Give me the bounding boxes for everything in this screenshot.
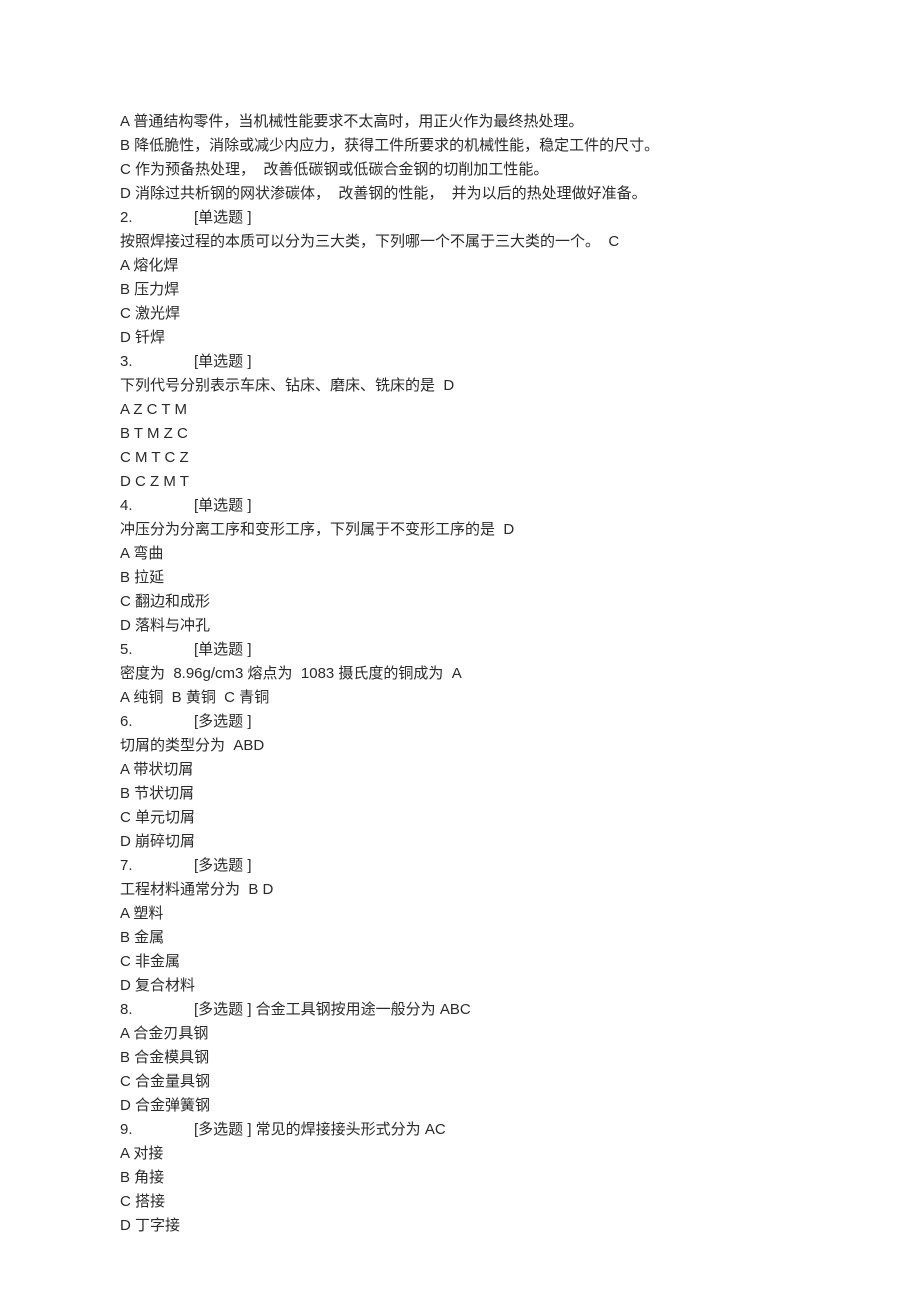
- question-number: 5.: [120, 638, 194, 662]
- question-number: 6.: [120, 710, 194, 734]
- question-type-tag: [单选题 ]: [194, 206, 800, 230]
- question-number: 7.: [120, 854, 194, 878]
- text-line: D 崩碎切屑: [120, 830, 800, 854]
- question-type-tag: [单选题 ]: [194, 494, 800, 518]
- text-line: B 压力焊: [120, 278, 800, 302]
- text-line: 冲压分为分离工序和变形工序，下列属于不变形工序的是 D: [120, 518, 800, 542]
- text-line: D 丁字接: [120, 1214, 800, 1238]
- text-line: A 熔化焊: [120, 254, 800, 278]
- question-type-tag: [单选题 ]: [194, 638, 800, 662]
- question-number: 4.: [120, 494, 194, 518]
- document-page: A 普通结构零件，当机械性能要求不太高时，用正火作为最终热处理。B 降低脆性，消…: [0, 0, 920, 1298]
- text-line: D 合金弹簧钢: [120, 1094, 800, 1118]
- text-line: C 搭接: [120, 1190, 800, 1214]
- text-line: A 对接: [120, 1142, 800, 1166]
- question-header: 7.[多选题 ]: [120, 854, 800, 878]
- question-header: 5.[单选题 ]: [120, 638, 800, 662]
- question-number: 9.: [120, 1118, 194, 1142]
- text-line: D 钎焊: [120, 326, 800, 350]
- question-type-tag: [多选题 ]: [194, 854, 800, 878]
- text-line: B 降低脆性，消除或减少内应力，获得工件所要求的机械性能，稳定工件的尺寸。: [120, 134, 800, 158]
- question-header: 4.[单选题 ]: [120, 494, 800, 518]
- question-number: 3.: [120, 350, 194, 374]
- text-line: A 纯铜 B 黄铜 C 青铜: [120, 686, 800, 710]
- text-line: C 合金量具钢: [120, 1070, 800, 1094]
- text-line: 工程材料通常分为 B D: [120, 878, 800, 902]
- question-type-tag: [多选题 ] 常见的焊接接头形式分为 AC: [194, 1118, 800, 1142]
- text-line: 密度为 8.96g/cm3 熔点为 1083 摄氏度的铜成为 A: [120, 662, 800, 686]
- question-type-tag: [单选题 ]: [194, 350, 800, 374]
- text-line: B 拉延: [120, 566, 800, 590]
- text-line: A Z C T M: [120, 398, 800, 422]
- text-line: D C Z M T: [120, 470, 800, 494]
- text-line: C 作为预备热处理， 改善低碳钢或低碳合金钢的切削加工性能。: [120, 158, 800, 182]
- text-line: B 合金模具钢: [120, 1046, 800, 1070]
- text-line: A 弯曲: [120, 542, 800, 566]
- text-line: A 普通结构零件，当机械性能要求不太高时，用正火作为最终热处理。: [120, 110, 800, 134]
- text-line: 下列代号分别表示车床、钻床、磨床、铣床的是 D: [120, 374, 800, 398]
- text-line: C 单元切屑: [120, 806, 800, 830]
- text-line: B T M Z C: [120, 422, 800, 446]
- question-header: 9.[多选题 ] 常见的焊接接头形式分为 AC: [120, 1118, 800, 1142]
- question-header: 8.[多选题 ] 合金工具钢按用途一般分为 ABC: [120, 998, 800, 1022]
- text-line: 按照焊接过程的本质可以分为三大类，下列哪一个不属于三大类的一个。 C: [120, 230, 800, 254]
- text-line: C 激光焊: [120, 302, 800, 326]
- question-header: 3.[单选题 ]: [120, 350, 800, 374]
- text-line: 切屑的类型分为 ABD: [120, 734, 800, 758]
- text-line: A 带状切屑: [120, 758, 800, 782]
- text-line: D 消除过共析钢的网状渗碳体， 改善钢的性能， 并为以后的热处理做好准备。: [120, 182, 800, 206]
- question-number: 2.: [120, 206, 194, 230]
- text-line: B 金属: [120, 926, 800, 950]
- text-line: B 节状切屑: [120, 782, 800, 806]
- text-line: D 复合材料: [120, 974, 800, 998]
- question-type-tag: [多选题 ]: [194, 710, 800, 734]
- text-line: A 合金刃具钢: [120, 1022, 800, 1046]
- question-type-tag: [多选题 ] 合金工具钢按用途一般分为 ABC: [194, 998, 800, 1022]
- question-header: 2.[单选题 ]: [120, 206, 800, 230]
- question-header: 6.[多选题 ]: [120, 710, 800, 734]
- text-line: D 落料与冲孔: [120, 614, 800, 638]
- text-line: A 塑料: [120, 902, 800, 926]
- text-line: C 翻边和成形: [120, 590, 800, 614]
- text-line: B 角接: [120, 1166, 800, 1190]
- text-line: C M T C Z: [120, 446, 800, 470]
- text-line: C 非金属: [120, 950, 800, 974]
- question-number: 8.: [120, 998, 194, 1022]
